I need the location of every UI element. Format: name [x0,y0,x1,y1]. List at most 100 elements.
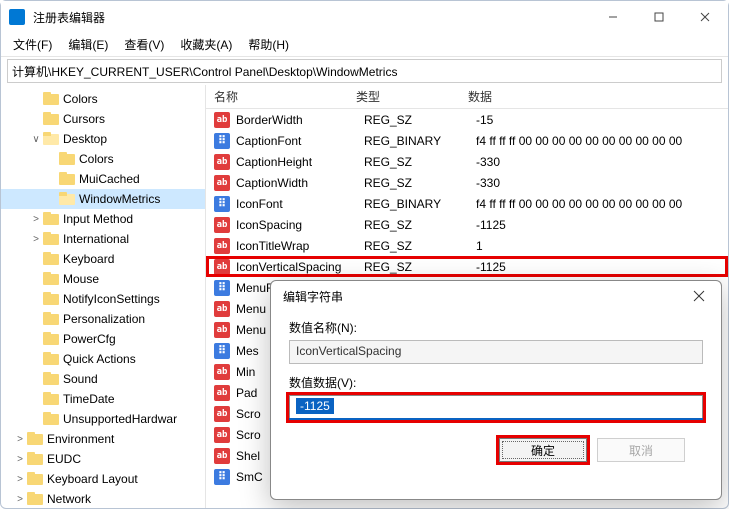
tree-pane[interactable]: Colors Cursors ∨ Desktop Colors MuiCached Wind… [1,85,206,508]
value-name: IconSpacing [236,218,364,232]
folder-icon [43,112,59,126]
folder-icon [43,252,59,266]
value-type: REG_SZ [364,239,476,253]
maximize-button[interactable] [636,1,682,33]
menu-edit[interactable]: 编辑(E) [60,34,116,55]
binary-value-icon [214,343,230,359]
binary-value-icon [214,280,230,296]
tree-item[interactable]: WindowMetrics [1,189,205,209]
value-name: CaptionWidth [236,176,364,190]
value-type: REG_BINARY [364,134,476,148]
tree-item-label: PowerCfg [63,332,120,346]
tree-item-label: NotifyIconSettings [63,292,164,306]
expand-icon[interactable]: > [13,474,27,485]
folder-icon [59,152,75,166]
string-value-icon [214,322,230,338]
expand-icon[interactable]: ∨ [29,134,43,145]
col-header-type[interactable]: 类型 [356,88,468,105]
tree-item[interactable]: Mouse [1,269,205,289]
col-header-data[interactable]: 数据 [468,88,728,105]
tree-item[interactable]: > Environment [1,429,205,449]
col-header-name[interactable]: 名称 [206,88,356,105]
expand-icon[interactable]: > [13,454,27,465]
ok-button[interactable]: 确定 [499,438,587,462]
tree-item[interactable]: Colors [1,149,205,169]
value-name-field: IconVerticalSpacing [289,340,703,364]
tree-item[interactable]: > Keyboard Layout [1,469,205,489]
value-type: REG_SZ [364,218,476,232]
tree-item[interactable]: TimeDate [1,389,205,409]
string-value-icon [214,238,230,254]
tree-item-label: Mouse [63,272,103,286]
tree-item[interactable]: Colors [1,89,205,109]
menu-favorites[interactable]: 收藏夹(A) [172,34,240,55]
binary-value-icon [214,133,230,149]
value-row[interactable]: IconVerticalSpacingREG_SZ-1125 [206,256,728,277]
tree-item[interactable]: Cursors [1,109,205,129]
folder-icon [43,272,59,286]
value-row[interactable]: IconFontREG_BINARYf4 ff ff ff 00 00 00 0… [206,193,728,214]
value-type: REG_SZ [364,113,476,127]
close-button[interactable] [682,1,728,33]
value-data-input[interactable]: -1125 [289,395,703,419]
tree-item-label: Colors [63,92,102,106]
folder-icon [43,212,59,226]
tree-item[interactable]: Quick Actions [1,349,205,369]
binary-value-icon [214,196,230,212]
folder-icon [27,432,43,446]
tree-item[interactable]: >Network [1,489,205,508]
tree-item[interactable]: UnsupportedHardwar [1,409,205,429]
tree-item[interactable]: >Input Method [1,209,205,229]
tree-item-label: Colors [79,152,118,166]
app-icon [9,9,25,25]
value-data: f4 ff ff ff 00 00 00 00 00 00 00 00 00 0… [476,134,728,148]
value-data: -330 [476,176,728,190]
string-value-icon [214,175,230,191]
tree-item-label: Quick Actions [63,352,140,366]
menu-help[interactable]: 帮助(H) [240,34,297,55]
minimize-button[interactable] [590,1,636,33]
tree-item[interactable]: Sound [1,369,205,389]
tree-item[interactable]: Personalization [1,309,205,329]
address-path: 计算机\HKEY_CURRENT_USER\Control Panel\Desk… [12,63,397,80]
value-row[interactable]: CaptionFontREG_BINARYf4 ff ff ff 00 00 0… [206,130,728,151]
expand-icon[interactable]: > [29,234,43,245]
expand-icon[interactable]: > [29,214,43,225]
tree-item[interactable]: >International [1,229,205,249]
tree-item[interactable]: ∨ Desktop [1,129,205,149]
tree-item-label: Environment [47,432,118,446]
folder-icon [43,232,59,246]
value-row[interactable]: IconSpacingREG_SZ-1125 [206,214,728,235]
string-value-icon [214,427,230,443]
tree-item-label: Keyboard Layout [47,472,142,486]
tree-item[interactable]: Keyboard [1,249,205,269]
tree-item[interactable]: MuiCached [1,169,205,189]
tree-item-label: Sound [63,372,102,386]
cancel-button[interactable]: 取消 [597,438,685,462]
tree-item-label: Cursors [63,112,109,126]
window-title: 注册表编辑器 [33,9,590,26]
value-data: 1 [476,239,728,253]
value-row[interactable]: CaptionHeightREG_SZ-330 [206,151,728,172]
value-row[interactable]: IconTitleWrapREG_SZ1 [206,235,728,256]
menu-view[interactable]: 查看(V) [116,34,172,55]
folder-icon [43,332,59,346]
address-bar[interactable]: 计算机\HKEY_CURRENT_USER\Control Panel\Desk… [7,59,722,83]
expand-icon[interactable]: > [13,494,27,505]
tree-item[interactable]: >EUDC [1,449,205,469]
list-header: 名称 类型 数据 [206,85,728,109]
value-row[interactable]: CaptionWidthREG_SZ-330 [206,172,728,193]
value-data: -1125 [476,260,728,274]
tree-item[interactable]: PowerCfg [1,329,205,349]
value-data-selection: -1125 [296,398,334,414]
tree-item-label: WindowMetrics [79,192,164,206]
tree-item-label: Desktop [63,132,111,146]
expand-icon[interactable]: > [13,434,27,445]
edit-string-dialog: 编辑字符串 数值名称(N): IconVerticalSpacing 数值数据(… [270,280,722,500]
dialog-close-button[interactable] [677,281,721,311]
tree-item[interactable]: NotifyIconSettings [1,289,205,309]
string-value-icon [214,406,230,422]
close-icon [693,290,705,302]
menu-file[interactable]: 文件(F) [5,34,60,55]
value-row[interactable]: BorderWidthREG_SZ-15 [206,109,728,130]
